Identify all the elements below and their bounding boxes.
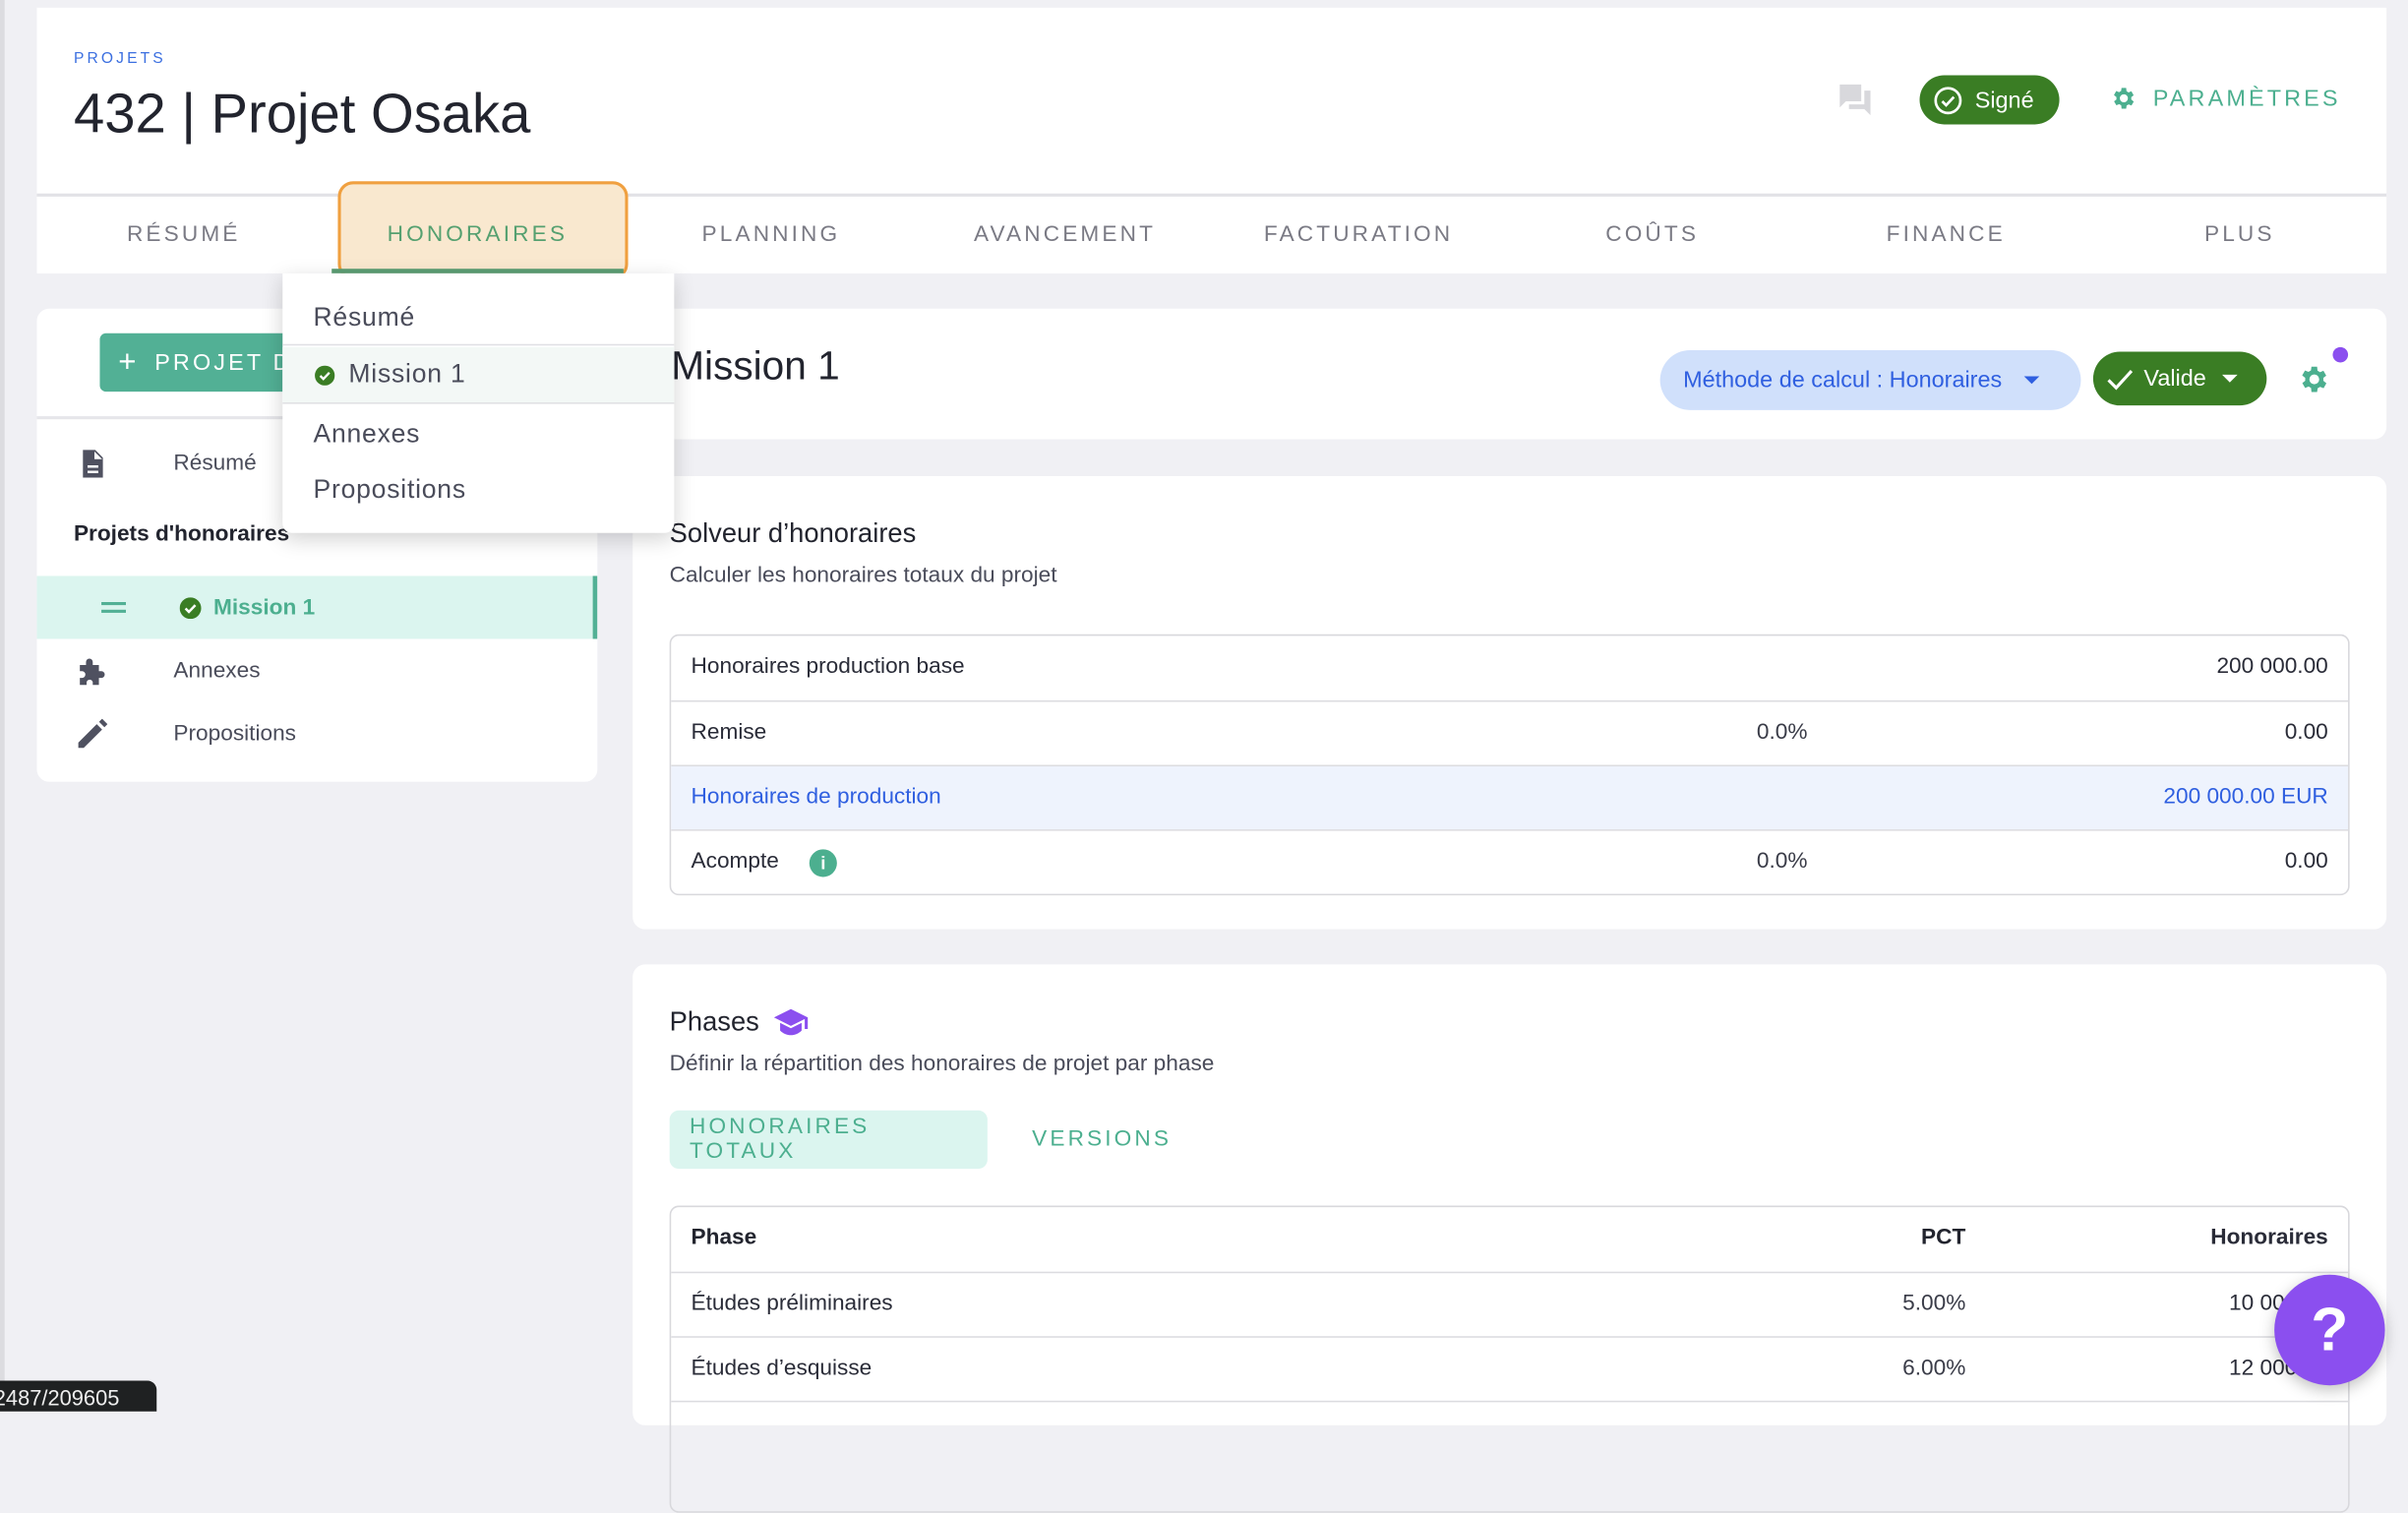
phase-name: Études d’esquisse [691, 1356, 873, 1381]
main-tabs: RÉSUMÉ HONORAIRES PLANNING AVANCEMENT FA… [36, 197, 2386, 273]
column-header: Honoraires [2210, 1225, 2328, 1250]
status-badge[interactable]: Signé [1919, 75, 2060, 125]
section-subtitle: Calculer les honoraires totaux du projet [669, 563, 1057, 588]
graduation-cap-icon [774, 1007, 809, 1035]
check-circle-icon [1934, 86, 1962, 114]
menu-item-annexes[interactable]: Annexes [282, 405, 674, 462]
section-title-text: Phases [669, 1005, 759, 1037]
section-subtitle: Définir la répartition des honoraires de… [669, 1052, 1215, 1077]
row-value: 0.00 [2284, 849, 2328, 875]
table-row: Études d’esquisse 6.00% 12 000.00 [671, 1336, 2349, 1401]
project-header: PROJETS 432 | Projet Osaka Signé PARAMÈT… [36, 7, 2387, 280]
breadcrumb[interactable]: PROJETS [74, 51, 166, 68]
phase-pct[interactable]: 5.00% [1902, 1273, 1965, 1336]
check-circle-icon [315, 364, 335, 386]
sidebar-item-label: Mission 1 [213, 594, 316, 620]
menu-item-label: Annexes [313, 418, 421, 449]
row-label: Honoraires de production [691, 784, 941, 810]
section-title: Projets d'honoraires [73, 521, 290, 547]
section-title: Solveur d’honoraires [669, 517, 917, 549]
tab-honoraires-totaux[interactable]: HONORAIRES TOTAUX [669, 1110, 988, 1170]
select-value: Méthode de calcul : Honoraires [1683, 367, 2003, 393]
fee-solver-table: Honoraires production base 200 000.00 Re… [669, 634, 2350, 896]
row-pct[interactable]: 0.0% [1757, 831, 1808, 894]
table-row[interactable]: Acompte i 0.0% 0.00 [671, 829, 2349, 894]
divider [282, 343, 675, 346]
page-title: 432 | Projet Osaka [73, 81, 531, 145]
settings-label: PARAMÈTRES [2152, 85, 2341, 112]
mission-status-select[interactable]: Valide [2092, 351, 2267, 406]
table-header: Phase PCT Honoraires [671, 1207, 2348, 1272]
table-row: Honoraires production base 200 000.00 [671, 635, 2348, 700]
menu-item-resume[interactable]: Résumé [282, 289, 674, 346]
table-row[interactable]: Remise 0.0% 0.00 [671, 699, 2349, 765]
sidebar-item-label: Annexes [173, 658, 261, 684]
info-icon[interactable]: i [809, 849, 837, 878]
row-label: Acompte [691, 849, 779, 875]
window-edge [0, 0, 5, 1408]
menu-item-mission-1[interactable]: Mission 1 [282, 346, 675, 404]
row-value: 0.00 [2284, 720, 2328, 746]
table-row [671, 1400, 2349, 1466]
select-value: Valide [2143, 365, 2206, 393]
gear-icon [2114, 88, 2135, 109]
tab-honoraires[interactable]: HONORAIRES [331, 197, 625, 273]
tab-avancement[interactable]: AVANCEMENT [918, 197, 1212, 273]
tooltip: 2487/209605 [0, 1380, 157, 1412]
tab-finance[interactable]: FINANCE [1799, 197, 2093, 273]
sidebar-item-label: Résumé [173, 451, 257, 476]
tab-plus[interactable]: PLUS [2093, 197, 2387, 273]
sidebar-item-label: Propositions [173, 721, 296, 747]
menu-item-label: Résumé [313, 301, 416, 332]
menu-item-propositions[interactable]: Propositions [282, 460, 674, 517]
table-row: Honoraires de production 200 000.00 EUR [671, 764, 2349, 830]
tab-versions[interactable]: VERSIONS [1012, 1111, 1192, 1169]
row-label: Remise [691, 720, 767, 746]
phase-pct[interactable]: 6.00% [1902, 1338, 1965, 1401]
table-row: Études préliminaires 5.00% 10 000.00 [671, 1271, 2349, 1337]
add-project-label: PROJET D [154, 349, 293, 376]
column-header: Phase [691, 1225, 757, 1250]
help-button[interactable]: ? [2274, 1274, 2385, 1386]
menu-item-label: Mission 1 [348, 359, 466, 389]
column-header: PCT [1921, 1225, 1966, 1250]
row-value: 200 000.00 [2216, 654, 2328, 680]
pencil-icon [78, 718, 108, 749]
row-pct[interactable]: 0.0% [1757, 701, 1808, 764]
phase-name: Études préliminaires [691, 1291, 893, 1316]
tab-facturation[interactable]: FACTURATION [1212, 197, 1506, 273]
tab-planning[interactable]: PLANNING [625, 197, 919, 273]
section-title: Phases [670, 1006, 811, 1039]
tab-couts[interactable]: COÛTS [1505, 197, 1799, 273]
sidebar-item-propositions[interactable]: Propositions [36, 716, 597, 753]
caret-down-icon [2023, 376, 2039, 385]
drag-handle-icon[interactable] [101, 601, 127, 613]
check-icon [2107, 369, 2134, 390]
row-label: Honoraires production base [691, 654, 965, 680]
gear-icon[interactable] [2298, 362, 2331, 395]
fee-solver-card: Solveur d’honoraires Calculer les honora… [632, 475, 2387, 930]
plus-icon: + [118, 344, 137, 379]
menu-item-label: Propositions [313, 473, 466, 504]
mission-header: Mission 1 Méthode de calcul : Honoraires… [632, 308, 2387, 440]
status-label: Signé [1974, 87, 2034, 113]
phases-card: Phases Définir la répartition des honora… [632, 964, 2387, 1513]
calculation-method-select[interactable]: Méthode de calcul : Honoraires [1659, 349, 2081, 410]
document-icon [83, 450, 103, 478]
puzzle-icon [80, 658, 105, 686]
honoraires-dropdown-menu: Résumé Mission 1 Annexes Propositions [282, 272, 675, 533]
settings-button[interactable]: PARAMÈTRES [2110, 85, 2341, 112]
tab-resume[interactable]: RÉSUMÉ [36, 197, 331, 273]
sidebar-item-mission-1[interactable]: Mission 1 [36, 575, 598, 639]
row-value: 200 000.00 EUR [2163, 784, 2328, 810]
notification-dot [2332, 346, 2349, 363]
mission-title: Mission 1 [671, 342, 840, 389]
caret-down-icon [2221, 374, 2238, 383]
phases-table: Phase PCT Honoraires Études préliminaire… [669, 1205, 2350, 1513]
check-circle-icon [179, 596, 202, 619]
sidebar-item-annexes[interactable]: Annexes [36, 653, 597, 690]
chat-icon[interactable] [1836, 82, 1873, 118]
